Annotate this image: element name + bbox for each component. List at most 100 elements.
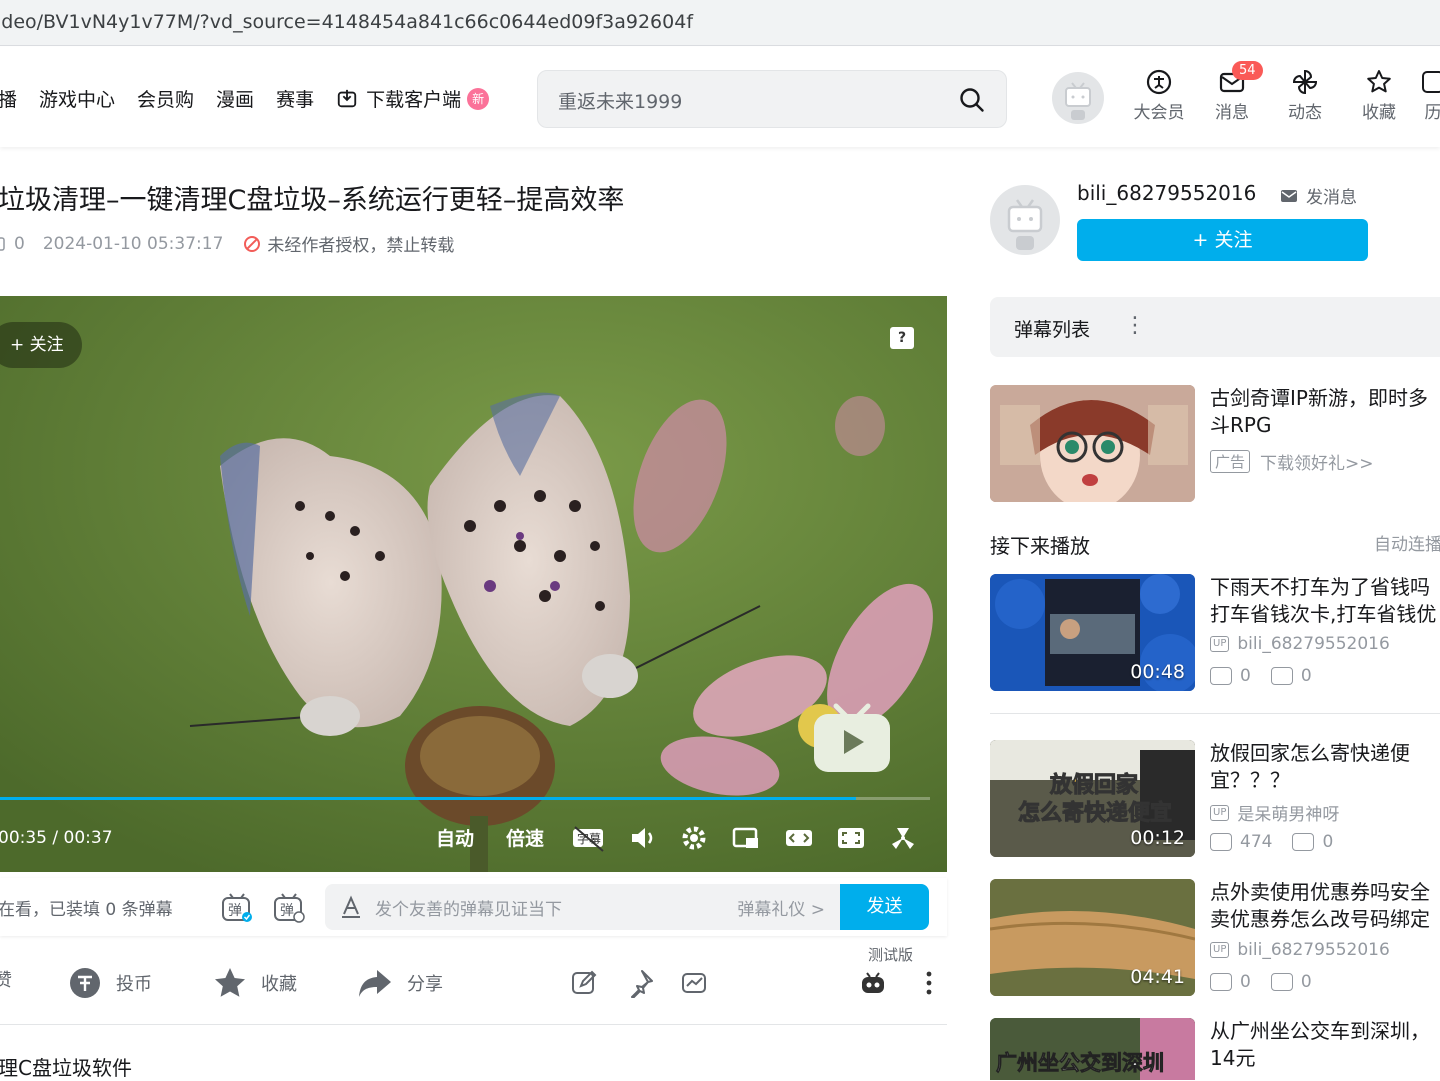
nav-item-esports[interactable]: 赛事 bbox=[276, 85, 314, 112]
rec-title-line2: 宜？？？ bbox=[1210, 767, 1440, 794]
rec-thumbnail[interactable]: 放假回家怎么寄快递便宜 00:12 bbox=[990, 740, 1195, 857]
subtitle-icon[interactable]: 字幕 bbox=[571, 824, 607, 852]
danmaku-toggle-icon[interactable]: 弹 bbox=[220, 890, 254, 924]
video-player[interactable] bbox=[0, 296, 947, 872]
ad-title-line1: 古剑奇谭IP新游，即时多 bbox=[1210, 385, 1440, 412]
settings-icon[interactable] bbox=[679, 824, 709, 852]
danmaku-count-icon bbox=[1271, 667, 1293, 685]
nav-item-mall[interactable]: 会员购 bbox=[137, 85, 194, 112]
stats-icon[interactable] bbox=[679, 968, 709, 998]
ad-meta[interactable]: 广告下载领好礼>> bbox=[1210, 449, 1374, 474]
pin-icon[interactable] bbox=[625, 968, 655, 998]
bilibili-play-icon[interactable] bbox=[812, 700, 892, 774]
video-frame bbox=[0, 296, 947, 872]
rec-title[interactable]: 点外卖使用优惠券吗安全卖优惠券怎么改号码绑定 bbox=[1210, 879, 1440, 933]
widescreen-icon[interactable] bbox=[784, 824, 814, 852]
rec-thumb-caption-1: 放假回家 bbox=[1049, 772, 1139, 798]
url-text[interactable]: ideo/BV1vN4y1v77M/?vd_source=4148454a841… bbox=[0, 11, 693, 33]
share-button[interactable]: 分享 bbox=[357, 966, 443, 1000]
send-message-link[interactable]: 发消息 bbox=[1280, 183, 1357, 208]
up-icon: UP bbox=[1210, 636, 1229, 652]
robot-assistant-icon[interactable] bbox=[858, 968, 888, 998]
video-title: 垃圾清理–一键清理C盘垃圾–系统运行更轻–提高效率 bbox=[0, 178, 624, 217]
history-entry[interactable]: 历 bbox=[1418, 68, 1440, 123]
rec-author-name: bili_68279552016 bbox=[1237, 634, 1389, 654]
ad-thumbnail[interactable] bbox=[990, 385, 1195, 502]
rec-title-line1: 从广州坐公交车到深圳， bbox=[1210, 1018, 1440, 1045]
uploader-name[interactable]: bili_68279552016 bbox=[1077, 181, 1256, 205]
pinwheel-icon bbox=[1291, 68, 1319, 96]
text-style-icon[interactable] bbox=[339, 895, 363, 919]
video-tag[interactable]: 理C盘垃圾软件 bbox=[0, 1052, 132, 1081]
mini-player-icon[interactable] bbox=[731, 824, 761, 852]
search-input[interactable]: 重返未来1999 bbox=[558, 87, 682, 114]
coin-button[interactable]: 投币 bbox=[68, 966, 152, 1000]
danmaku-etiquette-link[interactable]: 弹幕礼仪 > bbox=[737, 895, 825, 920]
rec-duration: 00:12 bbox=[1130, 827, 1185, 849]
envelope-icon bbox=[1280, 188, 1298, 204]
svg-text:弹: 弹 bbox=[280, 903, 294, 919]
danmaku-count: 0 bbox=[14, 234, 25, 254]
tv-avatar-icon bbox=[990, 185, 1060, 255]
rec-thumbnail[interactable]: 00:48 bbox=[990, 574, 1195, 691]
rec-author[interactable]: UPbili_68279552016 bbox=[1210, 940, 1390, 960]
player-follow-button[interactable]: + 关注 bbox=[0, 322, 82, 368]
ad-title[interactable]: 古剑奇谭IP新游，即时多斗RPG bbox=[1210, 385, 1440, 439]
forbidden-icon bbox=[243, 235, 261, 253]
rec-author[interactable]: UP是呆萌男神呀 bbox=[1210, 800, 1339, 825]
search-icon[interactable] bbox=[958, 86, 986, 114]
rec-author[interactable]: UP bili_68279552016 bbox=[1210, 634, 1390, 654]
share-icon bbox=[357, 966, 393, 1000]
volume-icon[interactable] bbox=[628, 824, 658, 852]
danmaku-input[interactable]: 发个友善的弹幕见证当下 弹幕礼仪 > bbox=[325, 884, 845, 930]
video-meta: 0 2024-01-10 05:37:17 未经作者授权，禁止转载 bbox=[0, 231, 454, 256]
vip-entry[interactable]: 大会员 bbox=[1124, 68, 1194, 123]
user-avatar[interactable] bbox=[1052, 72, 1104, 124]
favorite-label: 收藏 bbox=[261, 970, 297, 996]
danmaku-list-panel[interactable]: 弹幕列表 ⋮ bbox=[990, 297, 1440, 357]
rec-thumbnail-art: 广州坐公交到深圳 bbox=[990, 1018, 1195, 1080]
no-repost-notice: 未经作者授权，禁止转载 bbox=[267, 231, 454, 256]
follow-uploader-button[interactable]: + 关注 bbox=[1077, 219, 1368, 261]
favorites-label: 收藏 bbox=[1362, 103, 1396, 123]
rec-title[interactable]: 放假回家怎么寄快递便宜？？？ bbox=[1210, 740, 1440, 794]
tv-avatar-icon bbox=[1052, 72, 1104, 124]
rec-thumb-caption: 广州坐公交到深圳 bbox=[996, 1051, 1164, 1075]
dynamics-label: 动态 bbox=[1288, 103, 1322, 123]
danmaku-list-menu-icon[interactable]: ⋮ bbox=[1124, 313, 1146, 338]
download-icon bbox=[336, 88, 358, 110]
uploader-avatar[interactable] bbox=[990, 185, 1060, 255]
ad-title-line2: 斗RPG bbox=[1210, 412, 1440, 439]
danmaku-count-icon bbox=[1292, 833, 1314, 851]
progress-bar[interactable] bbox=[0, 797, 930, 800]
nav-item-game-center[interactable]: 游戏中心 bbox=[39, 85, 115, 112]
speed-button[interactable]: 倍速 bbox=[506, 824, 544, 851]
web-fullscreen-icon[interactable] bbox=[836, 824, 866, 852]
nav-item-manga[interactable]: 漫画 bbox=[216, 85, 254, 112]
send-danmaku-button[interactable]: 发送 bbox=[840, 884, 929, 930]
favorite-button[interactable]: 收藏 bbox=[213, 966, 297, 1000]
rec-thumbnail[interactable]: 04:41 bbox=[990, 879, 1195, 996]
note-icon[interactable] bbox=[569, 968, 599, 998]
danmaku-count-icon bbox=[0, 236, 8, 252]
autoplay-toggle[interactable]: 自动连播 bbox=[1374, 530, 1440, 555]
more-options-icon[interactable] bbox=[914, 968, 944, 998]
player-follow-label: 关注 bbox=[30, 335, 64, 355]
nav-item-live[interactable]: 播 bbox=[0, 85, 17, 112]
share-label: 分享 bbox=[407, 970, 443, 996]
rec-thumbnail[interactable]: 广州坐公交到深圳 bbox=[990, 1018, 1195, 1080]
help-icon[interactable]: ? bbox=[890, 327, 914, 349]
dynamics-entry[interactable]: 动态 bbox=[1270, 68, 1340, 123]
auto-quality-button[interactable]: 自动 bbox=[436, 824, 474, 851]
danmaku-status: 在看，已装填 0 条弹幕 bbox=[0, 895, 173, 920]
search-box[interactable]: 重返未来1999 bbox=[537, 70, 1007, 128]
address-bar[interactable]: ideo/BV1vN4y1v77M/?vd_source=4148454a841… bbox=[0, 0, 1440, 46]
nav-item-download[interactable]: 下载客户端 新 bbox=[336, 85, 489, 112]
danmaku-settings-icon[interactable]: 弹 bbox=[272, 890, 306, 924]
rec-title[interactable]: 从广州坐公交车到深圳，14元 bbox=[1210, 1018, 1440, 1072]
danmaku-placeholder: 发个友善的弹幕见证当下 bbox=[375, 895, 562, 920]
like-button[interactable]: 赞 bbox=[0, 966, 12, 992]
rec-title[interactable]: 下雨天不打车为了省钱吗打车省钱次卡,打车省钱优 bbox=[1210, 574, 1440, 628]
fullscreen-icon[interactable] bbox=[888, 824, 918, 852]
favorites-entry[interactable]: 收藏 bbox=[1344, 68, 1414, 123]
